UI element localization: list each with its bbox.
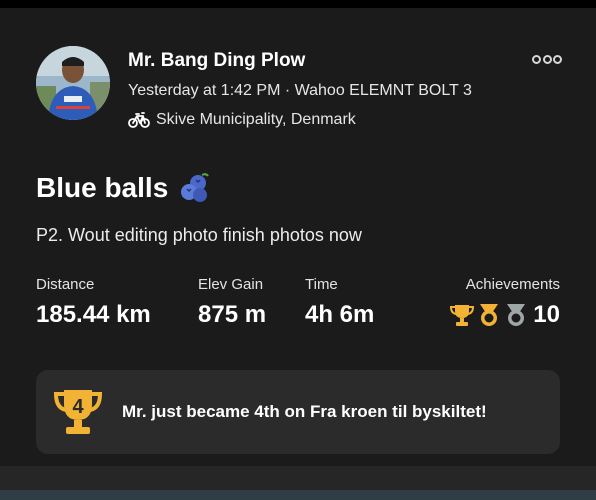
activity-description: P2. Wout editing photo finish photos now (36, 225, 362, 245)
activity-title-text: Blue balls (36, 172, 169, 203)
silver-medal-icon (507, 304, 526, 326)
segment-achievement-banner[interactable]: 4 Mr. just became 4th on Fra kroen til b… (36, 370, 560, 454)
stat-label: Elev Gain (198, 276, 264, 293)
achievements-row: 10 (440, 301, 560, 329)
athlete-name[interactable]: Mr. Bang Ding Plow (128, 50, 305, 72)
top-bar (0, 0, 596, 8)
map-terrain (0, 490, 596, 500)
location-row: Skive Municipality, Denmark (128, 110, 356, 130)
stat-label: Achievements (465, 276, 560, 293)
dot-icon (542, 54, 552, 64)
dot-icon (532, 54, 541, 64)
stat-label: Distance (36, 276, 95, 293)
bike-icon (128, 112, 150, 128)
stat-label: Time (305, 276, 338, 293)
activity-title[interactable]: Blue balls (36, 172, 210, 204)
gold-trophy-icon (450, 305, 475, 326)
banner-text: Mr. just became 4th on Fra kroen til bys… (122, 402, 487, 421)
stat-achievements[interactable]: Achievements 10 (440, 276, 560, 329)
gold-medal-icon (480, 304, 499, 326)
stat-value: 875 m (198, 301, 267, 328)
stat-value: 185.44 km (36, 301, 151, 328)
activity-meta: Yesterday at 1:42 PM · Wahoo ELEMNT BOLT… (128, 82, 472, 99)
trophy-rank-number: 4 (72, 396, 84, 418)
avatar[interactable] (36, 46, 110, 120)
stat-time: Time 4h 6m (305, 276, 374, 329)
blueberries-icon (181, 173, 210, 202)
stat-distance: Distance 185.44 km (36, 276, 151, 329)
dot-icon (553, 54, 562, 64)
stat-elev-gain: Elev Gain 875 m (198, 276, 266, 329)
trophy-rank-icon: 4 (53, 390, 103, 434)
stat-value: 4h 6m (305, 301, 375, 328)
location-text: Skive Municipality, Denmark (156, 111, 356, 128)
route-map-preview[interactable] (0, 466, 596, 500)
achievements-count: 10 (533, 301, 560, 328)
more-options-button[interactable] (532, 50, 562, 68)
